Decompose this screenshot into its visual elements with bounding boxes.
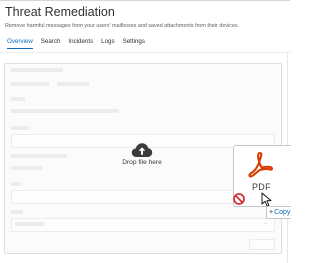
drop-target[interactable]: Drop file here (113, 142, 171, 166)
faded-chevron-down-icon: ⌄ (263, 220, 269, 226)
faded-field-label-1 (11, 97, 25, 101)
tab-settings[interactable]: Settings (123, 38, 145, 49)
faded-field-value-1 (11, 109, 119, 113)
faded-field-label-3 (11, 154, 67, 158)
faded-field-label-2 (11, 126, 29, 130)
no-drop-icon (233, 193, 245, 205)
faded-field-label-4 (11, 182, 21, 186)
faded-field-label-5 (11, 210, 23, 214)
pdf-file-icon (248, 151, 273, 178)
faded-select-5 (11, 218, 275, 232)
faded-panel-heading (11, 68, 63, 72)
page-header: Threat Remediation Remove harmful messag… (5, 5, 284, 29)
plus-icon: + (269, 209, 274, 216)
faded-select-value-5 (15, 222, 45, 226)
faded-option-1 (11, 82, 49, 86)
mouse-cursor-icon (261, 192, 272, 207)
tabs-divider (0, 52, 290, 53)
faded-field-value-3 (11, 166, 43, 170)
tab-logs[interactable]: Logs (101, 38, 114, 49)
tab-incidents[interactable]: Incidents (68, 38, 93, 49)
drag-copy-badge: +Copy (266, 206, 291, 219)
tab-search[interactable]: Search (41, 38, 61, 49)
tab-bar: Overview Search Incidents Logs Settings (7, 38, 145, 49)
drop-file-label: Drop file here (122, 159, 162, 166)
dragged-file-preview[interactable]: PDF (233, 145, 291, 207)
drag-copy-label: Copy (274, 209, 291, 216)
faded-submit-button (249, 239, 275, 250)
cloud-upload-icon (131, 143, 153, 157)
page-title: Threat Remediation (5, 5, 115, 19)
faded-option-2 (57, 82, 89, 86)
pdf-file-label: PDF (252, 182, 271, 192)
window-top-border (0, 0, 290, 1)
page-subtitle: Remove harmful messages from your users'… (5, 23, 240, 29)
tab-overview[interactable]: Overview (7, 38, 33, 49)
